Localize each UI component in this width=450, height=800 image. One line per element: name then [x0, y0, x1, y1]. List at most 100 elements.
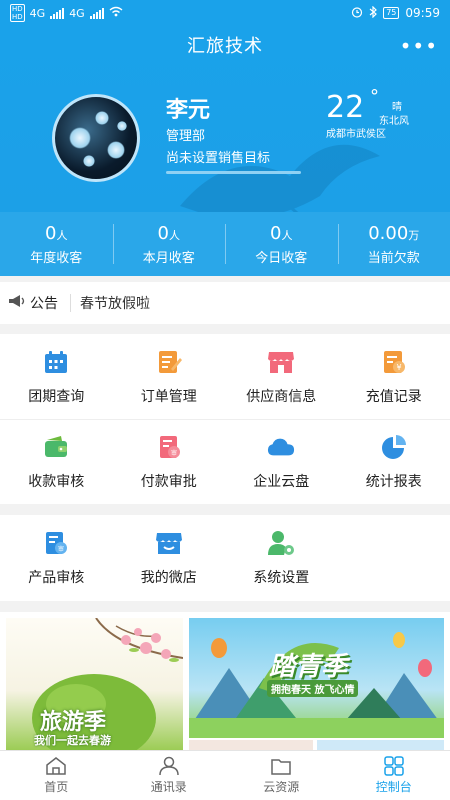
menu-label: 企业云盘 — [253, 474, 310, 490]
stat-annual-customers[interactable]: 0人 年度收客 — [0, 212, 113, 276]
signal-icon — [50, 7, 65, 19]
menu-cloud-disk[interactable]: 企业云盘 — [225, 420, 338, 504]
home-icon — [46, 757, 66, 775]
weather-location: 成都市武侯区 — [326, 129, 386, 140]
menu-label: 付款审批 — [140, 474, 197, 490]
bluetooth-icon — [369, 5, 378, 21]
stat-current-debt[interactable]: 0.00万 当前欠款 — [337, 212, 450, 276]
stat-today-customers[interactable]: 0人 今日收客 — [225, 212, 338, 276]
menu-label: 我的微店 — [140, 569, 197, 586]
menu-label: 系统设置 — [253, 569, 310, 586]
banner-left-subtitle: 我们一起去春游 — [34, 734, 111, 747]
menu-label: 收款审核 — [28, 474, 85, 490]
stat-value: 0 — [45, 222, 57, 244]
megaphone-icon — [8, 294, 26, 312]
network-type-2: 4G — [69, 6, 85, 20]
profile-header: 汇旅技术 ••• 李元 管理部 尚未设置销售目标 22 ° 晴 东北风 成都市武… — [0, 26, 450, 276]
announcement-bar[interactable]: 公告 春节放假啦 — [0, 282, 450, 324]
stat-unit: 人 — [168, 228, 180, 242]
more-menu-icon[interactable]: ••• — [400, 34, 438, 58]
user-settings-icon — [267, 529, 295, 557]
menu-product-review[interactable]: 审 产品审核 — [0, 515, 113, 600]
function-grid: 团期查询 订单管理 供应商信息 ¥ 充值记录 收款审核 审 付款审批 企业云盘 … — [0, 334, 450, 504]
menu-my-micro-store[interactable]: 我的微店 — [113, 515, 226, 600]
banner-travel-season[interactable]: 旅游季 我们一起去春游 — [6, 618, 183, 750]
menu-label: 充值记录 — [365, 388, 422, 405]
weather-condition: 晴 — [392, 102, 402, 113]
menu-payment-approval[interactable]: 审 付款审批 — [113, 420, 226, 504]
announcement-tag: 公告 — [30, 296, 58, 312]
menu-statistics-report[interactable]: 统计报表 — [338, 420, 450, 504]
sales-goal-link[interactable]: 尚未设置销售目标 — [166, 147, 270, 166]
banner-right-title: 踏青季 — [269, 652, 348, 682]
function-grid-secondary: 审 产品审核 我的微店 系统设置 — [0, 515, 450, 601]
bottom-tab-bar: 首页 通讯录 云资源 控制台 — [0, 750, 450, 800]
menu-supplier-info[interactable]: 供应商信息 — [225, 334, 338, 419]
order-edit-icon — [155, 348, 183, 376]
promo-banners: 旅游季 我们一起去春游 踏青季 拥抱春天 放飞心情 — [0, 612, 450, 750]
contacts-icon — [159, 756, 179, 776]
menu-order-management[interactable]: 订单管理 — [113, 334, 226, 419]
menu-label: 供应商信息 — [246, 388, 317, 405]
avatar[interactable] — [52, 94, 140, 182]
stat-unit: 万 — [408, 228, 420, 242]
pie-chart-icon — [380, 433, 408, 461]
menu-label: 订单管理 — [140, 388, 197, 405]
alarm-icon — [351, 6, 363, 21]
tab-cloud-resources[interactable]: 云资源 — [225, 751, 338, 800]
app-title: 汇旅技术 — [187, 36, 263, 57]
banner-spring-outing[interactable]: 踏青季 拥抱春天 放飞心情 — [189, 618, 444, 738]
divider — [70, 294, 71, 312]
menu-recharge-records[interactable]: ¥ 充值记录 — [338, 334, 450, 419]
clock: 09:59 — [405, 6, 440, 20]
menu-empty-slot — [338, 515, 450, 600]
wifi-icon — [109, 6, 123, 20]
battery-level: 75 — [383, 7, 400, 19]
network-type: 4G — [29, 6, 46, 20]
menu-payment-receipt-review[interactable]: 收款审核 — [0, 420, 113, 504]
menu-label: 产品审核 — [28, 569, 85, 586]
stat-value: 0 — [157, 222, 169, 244]
calendar-icon — [42, 348, 70, 376]
signal-icon-2 — [89, 7, 104, 19]
stat-label: 当前欠款 — [367, 250, 420, 266]
weather-temperature: 22 — [326, 90, 365, 125]
stat-label: 今日收客 — [255, 250, 308, 266]
stat-label: 年度收客 — [30, 250, 83, 266]
cloud-icon — [267, 433, 295, 461]
menu-label: 团期查询 — [28, 388, 85, 405]
sales-goal-progress — [166, 171, 301, 174]
stat-value: 0.00 — [368, 222, 409, 244]
tab-label: 云资源 — [263, 780, 300, 794]
tab-contacts[interactable]: 通讯录 — [113, 751, 226, 800]
menu-tour-query[interactable]: 团期查询 — [0, 334, 113, 419]
tab-label: 首页 — [44, 780, 69, 794]
stat-monthly-customers[interactable]: 0人 本月收客 — [112, 212, 226, 276]
status-bar: HD HD 4G 4G 75 09:59 — [0, 0, 450, 26]
hd-icon: HD HD — [10, 4, 25, 22]
folder-icon — [271, 759, 291, 775]
product-doc-icon: 审 — [42, 529, 70, 557]
stat-value: 0 — [270, 222, 282, 244]
banner-strip-1[interactable] — [189, 740, 313, 750]
menu-system-settings[interactable]: 系统设置 — [225, 515, 338, 600]
recharge-doc-icon: ¥ — [380, 348, 408, 376]
user-department: 管理部 — [166, 129, 206, 144]
svg-text:审: 审 — [171, 449, 177, 457]
tab-label: 通讯录 — [150, 780, 187, 794]
tab-console[interactable]: 控制台 — [338, 751, 450, 800]
store-icon — [267, 348, 295, 376]
micro-store-icon — [155, 529, 183, 557]
tab-home[interactable]: 首页 — [0, 751, 113, 800]
grid-icon — [384, 756, 404, 776]
banner-right-subtitle: 拥抱春天 放飞心情 — [267, 680, 359, 697]
svg-text:¥: ¥ — [396, 363, 401, 372]
stat-unit: 人 — [281, 228, 293, 242]
weather-degree: ° — [370, 86, 379, 107]
user-name: 李元 — [166, 98, 211, 123]
stats-bar: 0人 年度收客 0人 本月收客 0人 今日收客 0.00万 当前欠款 — [0, 212, 450, 276]
menu-label: 统计报表 — [365, 474, 422, 490]
payment-doc-icon: 审 — [155, 433, 183, 461]
banner-strip-2[interactable] — [317, 740, 444, 750]
announcement-text: 春节放假啦 — [80, 296, 150, 312]
